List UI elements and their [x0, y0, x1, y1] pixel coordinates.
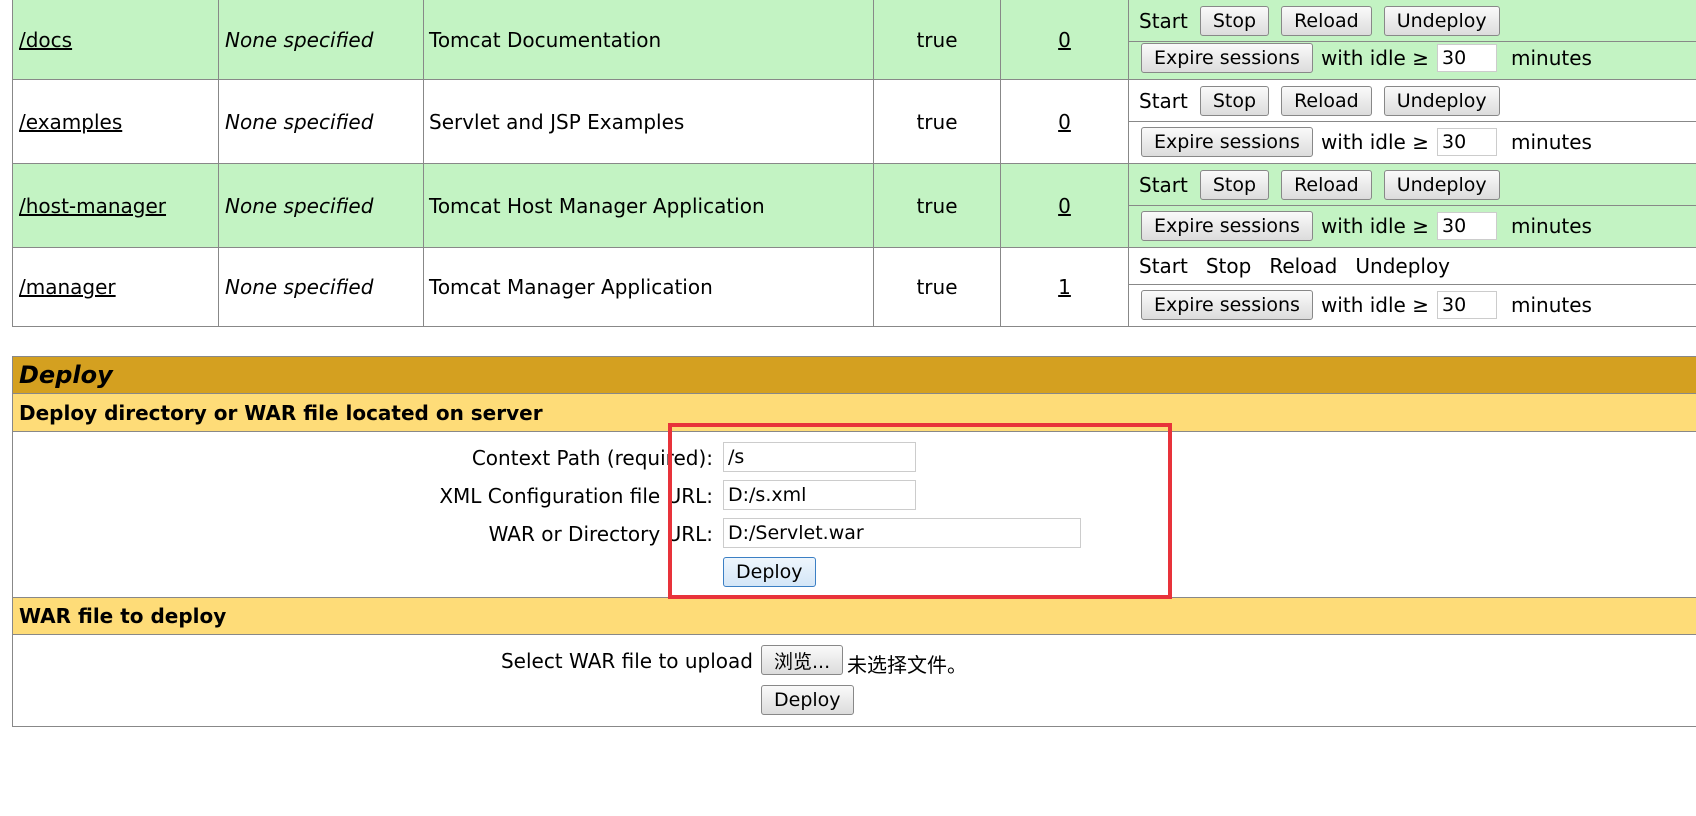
undeploy-label: Undeploy	[1355, 254, 1451, 278]
server-deploy-heading: Deploy directory or WAR file located on …	[12, 394, 1696, 432]
xml-config-label: XML Configuration file URL:	[439, 484, 713, 508]
app-version: None specified	[219, 0, 424, 79]
reload-button[interactable]: Reload	[1281, 169, 1372, 200]
undeploy-button[interactable]: Undeploy	[1383, 85, 1500, 116]
app-display-name: Tomcat Manager Application	[424, 248, 874, 326]
table-row: /examples None specified Servlet and JSP…	[12, 80, 1696, 164]
expire-sessions-button[interactable]: Expire sessions	[1141, 127, 1313, 157]
reload-button[interactable]: Reload	[1281, 85, 1372, 116]
war-upload-heading: WAR file to deploy	[12, 598, 1696, 635]
stop-button[interactable]: Stop	[1199, 85, 1270, 116]
stop-button[interactable]: Stop	[1199, 169, 1270, 200]
app-sessions-link[interactable]: 0	[1058, 194, 1071, 218]
context-path-label: Context Path (required):	[471, 446, 713, 470]
app-commands: Start Stop Reload Undeploy Expire sessio…	[1129, 80, 1696, 163]
deploy-button[interactable]: Deploy	[723, 557, 816, 587]
app-running: true	[874, 0, 1001, 79]
start-label: Start	[1139, 254, 1188, 278]
minutes-label: minutes	[1510, 293, 1592, 317]
app-version: None specified	[219, 248, 424, 326]
app-path-link[interactable]: /manager	[19, 275, 116, 299]
with-idle-label: with idle ≥	[1320, 293, 1429, 317]
deploy-section: Deploy Deploy directory or WAR file loca…	[12, 356, 1696, 727]
app-commands: Start Stop Reload Undeploy Expire sessio…	[1129, 0, 1696, 79]
war-url-label: WAR or Directory URL:	[488, 522, 713, 546]
deploy-title: Deploy	[12, 356, 1696, 394]
start-label: Start	[1139, 172, 1188, 197]
stop-label: Stop	[1205, 254, 1252, 278]
start-label: Start	[1139, 8, 1188, 33]
minutes-label: minutes	[1510, 214, 1592, 238]
reload-label: Reload	[1269, 254, 1338, 278]
war-upload-form: Select WAR file to upload 浏览... 未选择文件。 D…	[12, 635, 1696, 727]
with-idle-label: with idle ≥	[1320, 46, 1429, 70]
app-display-name: Servlet and JSP Examples	[424, 80, 874, 163]
select-war-label: Select WAR file to upload	[500, 649, 753, 673]
app-running: true	[874, 248, 1001, 326]
reload-button[interactable]: Reload	[1281, 5, 1372, 36]
with-idle-label: with idle ≥	[1320, 130, 1429, 154]
idle-minutes-input[interactable]	[1436, 128, 1497, 156]
no-file-selected-text: 未选择文件。	[847, 653, 967, 677]
upload-deploy-button[interactable]: Deploy	[761, 685, 854, 715]
app-sessions-link[interactable]: 0	[1058, 110, 1071, 134]
table-row: /host-manager None specified Tomcat Host…	[12, 164, 1696, 248]
war-directory-url-input[interactable]	[723, 518, 1081, 548]
idle-minutes-input[interactable]	[1436, 212, 1497, 240]
app-display-name: Tomcat Documentation	[424, 0, 874, 79]
minutes-label: minutes	[1510, 46, 1592, 70]
app-running: true	[874, 164, 1001, 247]
app-sessions-link[interactable]: 1	[1058, 275, 1071, 299]
table-row: /docs None specified Tomcat Documentatio…	[12, 0, 1696, 80]
context-path-input[interactable]	[723, 442, 916, 472]
table-row: /manager None specified Tomcat Manager A…	[12, 248, 1696, 327]
server-deploy-form: Context Path (required): XML Configurati…	[12, 432, 1696, 598]
stop-button[interactable]: Stop	[1199, 5, 1270, 36]
app-display-name: Tomcat Host Manager Application	[424, 164, 874, 247]
expire-sessions-button[interactable]: Expire sessions	[1141, 211, 1313, 241]
app-version: None specified	[219, 164, 424, 247]
app-path-link[interactable]: /docs	[19, 28, 72, 52]
app-version: None specified	[219, 80, 424, 163]
xml-config-url-input[interactable]	[723, 480, 916, 510]
expire-sessions-button[interactable]: Expire sessions	[1141, 290, 1313, 320]
app-commands: Start Stop Reload Undeploy Expire sessio…	[1129, 248, 1696, 326]
app-sessions-link[interactable]: 0	[1058, 28, 1071, 52]
minutes-label: minutes	[1510, 130, 1592, 154]
browse-button[interactable]: 浏览...	[761, 645, 844, 675]
idle-minutes-input[interactable]	[1436, 44, 1497, 72]
undeploy-button[interactable]: Undeploy	[1383, 169, 1500, 200]
app-path-link[interactable]: /host-manager	[19, 194, 166, 218]
expire-sessions-button[interactable]: Expire sessions	[1141, 43, 1313, 73]
start-label: Start	[1139, 88, 1188, 113]
app-path-link[interactable]: /examples	[19, 110, 122, 134]
idle-minutes-input[interactable]	[1436, 291, 1497, 319]
app-commands: Start Stop Reload Undeploy Expire sessio…	[1129, 164, 1696, 247]
app-running: true	[874, 80, 1001, 163]
undeploy-button[interactable]: Undeploy	[1383, 5, 1500, 36]
with-idle-label: with idle ≥	[1320, 214, 1429, 238]
